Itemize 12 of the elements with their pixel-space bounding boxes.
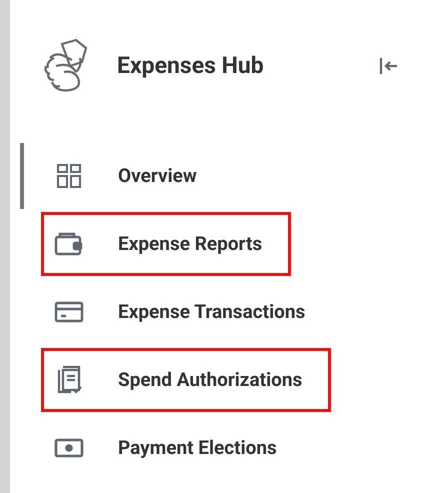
document-check-icon [55, 365, 83, 395]
app-title: Expenses Hub [117, 50, 264, 81]
collapse-icon [379, 57, 399, 75]
cash-icon [54, 437, 84, 459]
credit-card-icon [54, 301, 84, 323]
grid-icon [56, 163, 82, 189]
nav-item[interactable]: Expense Transactions [41, 280, 334, 344]
nav-item[interactable]: Spend Authorizations [41, 348, 332, 412]
wallet-icon [54, 231, 84, 257]
nav-item[interactable]: Payment Elections [41, 416, 306, 480]
nav-item[interactable]: Expense Reports [41, 212, 292, 276]
nav-item[interactable]: Overview [41, 144, 226, 208]
